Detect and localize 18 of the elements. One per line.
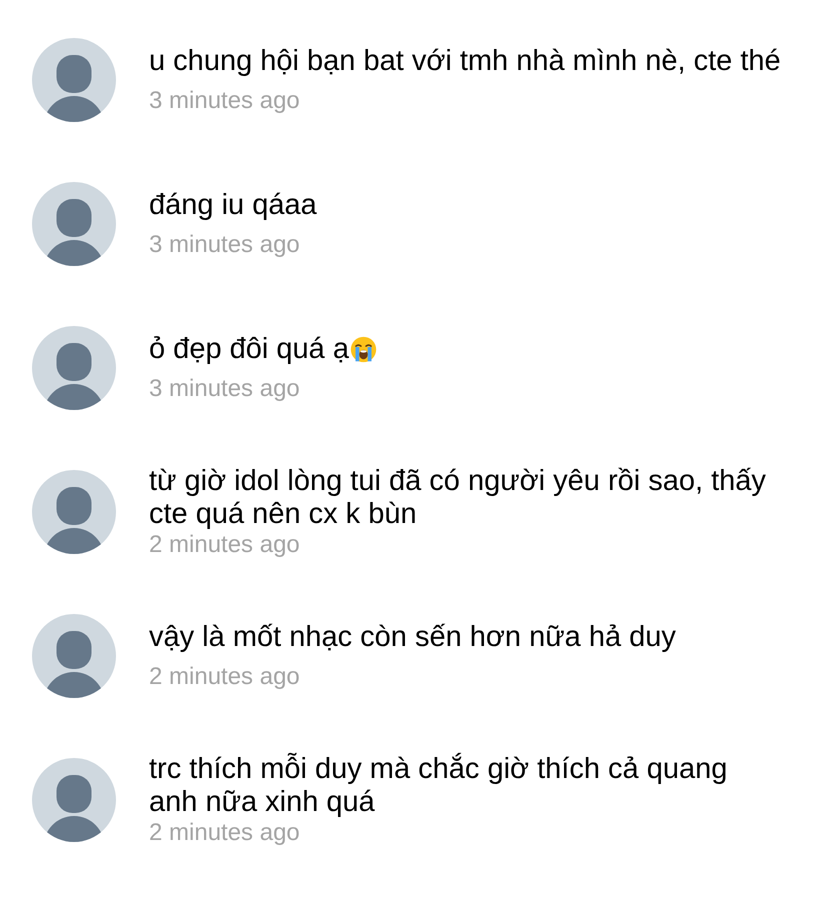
timestamp: 2 minutes ago (149, 531, 301, 559)
comment-text: u chung hội bạn bat với tmh nhà mình nè, cte thé (149, 45, 781, 78)
timestamp: 2 minutes ago (149, 819, 301, 847)
timestamp: 3 minutes ago (149, 87, 301, 115)
timestamp: 3 minutes ago (149, 231, 301, 259)
comment-text: đáng iu qáaa (149, 189, 317, 222)
avatar-icon (32, 182, 116, 266)
comment-text: ỏ đẹp đôi quá ạ (149, 333, 349, 366)
timestamp: 2 minutes ago (149, 663, 301, 691)
comment-text: trc thích mỗi duy mà chắc giờ thích cả quang anh nữa xinh quá (149, 753, 728, 819)
timestamp: 3 minutes ago (149, 375, 301, 403)
comment-text: vậy là mốt nhạc còn sến hơn nữa hả duy (149, 621, 676, 654)
avatar-icon (32, 470, 116, 554)
avatar-icon (32, 758, 116, 842)
avatar-icon (32, 326, 116, 410)
avatar-icon (32, 614, 116, 698)
avatar-icon (32, 38, 116, 122)
comment-text: từ giờ idol lòng tui đã có người yêu rồi sao, thấy cte quá nên cx k bùn (149, 465, 766, 531)
